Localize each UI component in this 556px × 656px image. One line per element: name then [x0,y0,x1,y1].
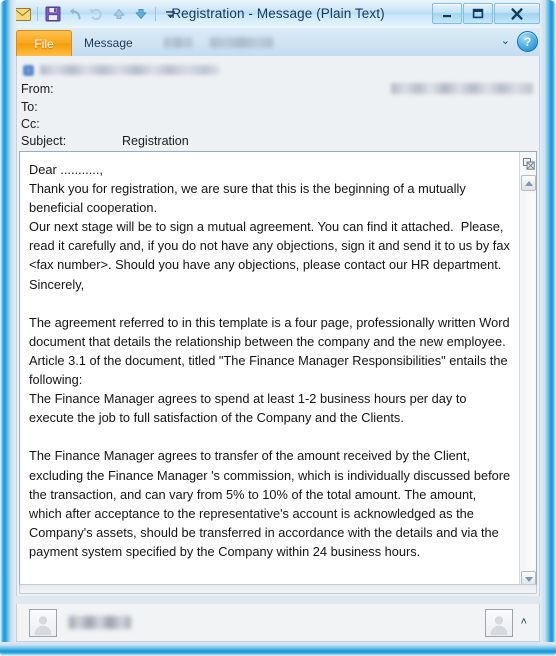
ribbon-tab-strip: File Message ⌄ ? [0,28,556,56]
vertical-scrollbar[interactable] [519,152,536,590]
previous-item-icon[interactable] [108,4,129,25]
subject-row: Subject: Registration [19,134,539,151]
chevron-down-icon[interactable]: ⌄ [501,36,510,47]
cc-label: Cc: [21,117,40,131]
horizontal-scrollbar[interactable] [19,584,537,594]
window-border-right [540,0,556,656]
to-label: To: [21,100,38,114]
person-icon [34,615,52,635]
sent-date-redacted [391,83,533,94]
qat-separator-2 [155,7,156,21]
message-body-box[interactable]: Dear ..........., Thank you for registra… [19,151,537,591]
qat-separator-1 [37,7,38,21]
avatar[interactable] [29,608,57,637]
tab-redacted-2[interactable] [210,37,273,48]
help-icon[interactable]: ? [517,31,538,52]
arrow-up-icon [524,180,533,186]
from-row: From: [19,82,539,99]
window-border-left [0,0,16,656]
redo-icon[interactable] [86,4,107,25]
close-icon [511,7,523,20]
to-row: To: [19,100,539,117]
tab-redacted-1[interactable] [164,37,192,48]
person-icon [490,615,507,635]
quick-access-toolbar [12,3,181,25]
title-bar: Registration - Message (Plain Text) [0,0,556,29]
subject-value: Registration [122,134,189,148]
window-border-bottom [0,642,556,656]
avatar-secondary[interactable] [484,608,513,637]
from-label: From: [21,82,54,96]
scroll-up-button[interactable] [521,175,536,191]
next-item-icon[interactable] [130,4,151,25]
minimize-button[interactable] [432,3,462,24]
info-bar-text-redacted [40,65,220,75]
message-body-pane: Dear ..........., Thank you for registra… [16,150,540,596]
maximize-icon [472,8,484,19]
undo-icon[interactable] [64,4,85,25]
people-pane: ˄ [16,604,540,642]
window-controls [431,3,540,24]
message-header-pane: From: To: Cc: Subject: Registration [16,56,540,150]
info-icon [23,64,34,76]
minimize-icon [443,14,451,17]
save-icon[interactable] [42,4,63,25]
tab-file[interactable]: File [16,30,72,56]
message-body-text: Dear ..........., Thank you for registra… [29,162,511,559]
subject-label: Subject: [21,134,67,148]
contact-name-redacted [69,616,131,629]
paste-options-icon[interactable] [521,156,536,171]
cc-row: Cc: [19,117,539,134]
ribbon-right-controls: ⌄ ? [501,31,538,52]
tab-message[interactable]: Message [84,31,133,55]
info-bar[interactable] [19,61,539,79]
close-button[interactable] [494,3,540,24]
scroll-track[interactable] [521,193,535,570]
arrow-down-icon [524,576,533,582]
maximize-button[interactable] [463,3,493,24]
customize-dropdown-icon[interactable] [160,4,181,25]
outlook-message-window: Registration - Message (Plain Text) File… [0,0,556,656]
chevron-up-icon[interactable]: ˄ [521,617,527,628]
